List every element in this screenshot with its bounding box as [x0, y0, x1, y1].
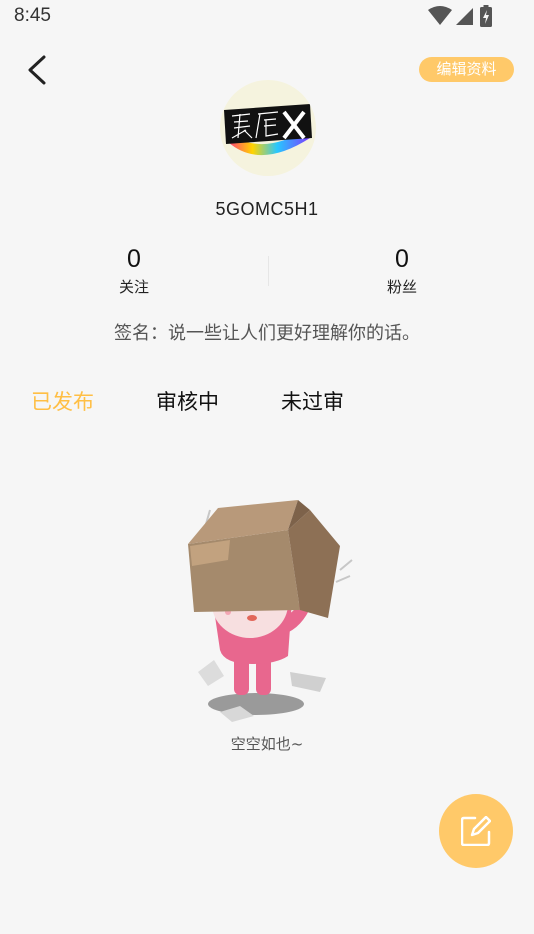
status-icons	[428, 5, 498, 27]
tab-rejected[interactable]: 未过审	[281, 386, 344, 416]
followers-label: 粉丝	[386, 278, 417, 296]
wifi-icon	[428, 6, 452, 25]
following-label: 关注	[118, 278, 149, 296]
compose-button[interactable]	[439, 794, 513, 868]
stat-divider	[268, 256, 269, 286]
followers-count: 0	[395, 245, 409, 273]
content-tabs: 已发布 审核中 未过审	[0, 386, 534, 418]
edit-icon	[461, 816, 491, 846]
status-time: 8:45	[14, 5, 51, 26]
tab-reviewing[interactable]: 审核中	[156, 386, 219, 416]
tab-published[interactable]: 已发布	[31, 386, 94, 416]
empty-state-text: 空空如也~	[230, 735, 304, 753]
signature: 签名：说一些让人们更好理解你的话。	[114, 323, 420, 344]
following-stat[interactable]: 0 关注	[74, 244, 194, 297]
empty-state-illustration	[180, 500, 360, 725]
followers-stat[interactable]: 0 粉丝	[342, 244, 462, 297]
battery-icon	[480, 5, 492, 27]
chevron-left-icon	[28, 55, 46, 85]
back-button[interactable]	[22, 52, 56, 88]
status-bar: 8:45	[0, 0, 534, 34]
avatar[interactable]	[220, 80, 316, 176]
cellular-signal-icon	[456, 8, 473, 25]
edit-profile-button[interactable]: 编辑资料	[419, 57, 514, 82]
box-character-illustration	[188, 500, 353, 722]
following-count: 0	[127, 245, 141, 273]
aifeng-logo-avatar-icon	[224, 104, 312, 156]
username: 5GOMC5H1	[215, 199, 319, 219]
